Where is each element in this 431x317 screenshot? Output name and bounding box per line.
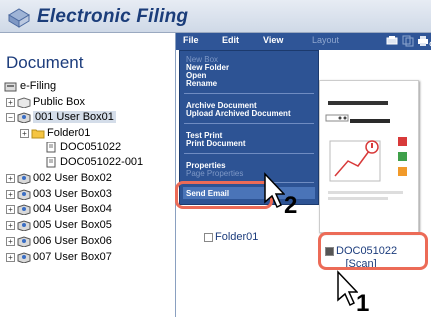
menu-separator <box>184 93 314 94</box>
menu-separator <box>184 153 314 154</box>
user-box-icon <box>17 189 31 200</box>
tree-item-doc051022-001[interactable]: DOC051022-001 <box>44 155 143 169</box>
document-icon <box>46 141 56 153</box>
tree-item-public-box[interactable]: + Public Box <box>6 95 85 109</box>
callout-highlight-doc <box>318 232 428 270</box>
tree-item-003-user-box03[interactable]: +003 User Box03 <box>6 187 112 201</box>
expand-icon[interactable]: + <box>6 97 15 107</box>
title-bar: Electronic Filing <box>0 0 431 33</box>
tree-item-004-user-box04[interactable]: +004 User Box04 <box>6 202 112 216</box>
menu-item-print-document[interactable]: Print Document <box>186 139 246 148</box>
app-title: Electronic Filing <box>37 6 189 27</box>
tree-root-efiling[interactable]: e-Filing <box>4 79 56 93</box>
mouse-cursor-icon <box>337 270 358 307</box>
menu-layout: Layout <box>312 35 340 45</box>
content-folder01[interactable]: Folder01 <box>204 231 258 243</box>
left-pane: Document e-Filing + Public Box −001 User … <box>0 33 176 317</box>
tree-item-006-user-box06[interactable]: +006 User Box06 <box>6 234 112 248</box>
expand-icon[interactable]: + <box>6 252 15 262</box>
menu-item-rename[interactable]: Rename <box>186 79 217 88</box>
efiling-icon <box>4 82 17 92</box>
user-box-icon <box>17 112 31 123</box>
tree-item-002-user-box02[interactable]: +002 User Box02 <box>6 171 112 185</box>
document-thumbnail[interactable] <box>319 80 419 233</box>
menu-item-page-properties: Page Properties <box>186 169 244 178</box>
menu-edit[interactable]: Edit <box>222 35 239 45</box>
menu-bar: File Edit View Layout <box>176 33 431 50</box>
user-box-icon <box>17 236 31 247</box>
tree-item-folder01[interactable]: + Folder01 <box>20 126 90 140</box>
expand-icon[interactable]: + <box>6 189 15 199</box>
callout-highlight-send-email <box>175 181 273 209</box>
folder-checkbox[interactable] <box>204 232 213 242</box>
collapse-icon[interactable]: − <box>6 112 15 122</box>
tree-item-001-user-box01[interactable]: −001 User Box01 <box>6 110 116 124</box>
document-heading: Document <box>6 53 84 72</box>
menu-item-upload-archived-document[interactable]: Upload Archived Document <box>186 109 291 118</box>
mouse-cursor-icon <box>264 172 285 209</box>
box-icon <box>17 97 31 108</box>
menu-file[interactable]: File <box>183 35 199 45</box>
menu-separator <box>184 123 314 124</box>
tree-item-007-user-box07[interactable]: +007 User Box07 <box>6 250 112 264</box>
scan-icon[interactable] <box>386 35 398 47</box>
document-icon <box>46 156 56 168</box>
tree-item-doc051022[interactable]: DOC051022 <box>44 140 121 154</box>
copy-icon <box>402 35 414 47</box>
expand-icon[interactable]: + <box>6 173 15 183</box>
user-box-icon <box>17 252 31 263</box>
expand-icon[interactable]: + <box>20 128 29 138</box>
expand-icon[interactable]: + <box>6 204 15 214</box>
step-number-2: 2 <box>284 192 298 219</box>
folder-icon <box>31 129 45 139</box>
tree-item-005-user-box05[interactable]: +005 User Box05 <box>6 218 112 232</box>
expand-icon[interactable]: + <box>6 220 15 230</box>
user-box-icon <box>17 220 31 231</box>
user-box-icon <box>17 204 31 215</box>
user-box-icon <box>17 173 31 184</box>
document-preview-graphic <box>325 101 407 200</box>
step-number-1: 1 <box>356 290 370 317</box>
print-icon[interactable] <box>417 35 429 47</box>
expand-icon[interactable]: + <box>6 236 15 246</box>
app-logo-icon <box>8 8 30 28</box>
menu-view[interactable]: View <box>263 35 283 45</box>
